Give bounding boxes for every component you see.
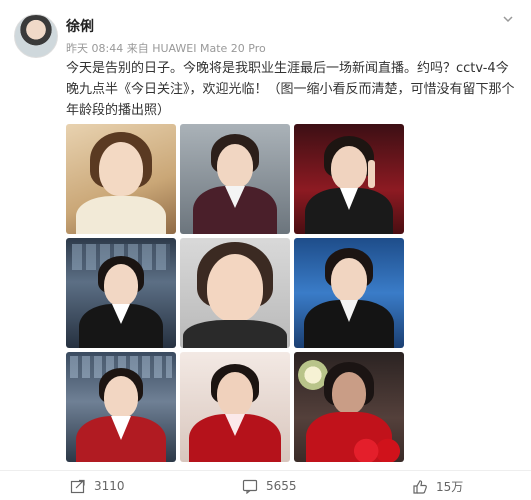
photo-grid — [66, 124, 404, 462]
username[interactable]: 徐俐 — [66, 16, 94, 36]
action-bar: 3110 5655 15万 — [0, 472, 531, 500]
avatar[interactable] — [14, 14, 58, 58]
photo-2[interactable] — [180, 124, 290, 234]
comment-button[interactable]: 5655 — [242, 478, 297, 494]
photo-9[interactable] — [294, 352, 404, 462]
like-button[interactable]: 15万 — [412, 478, 463, 495]
post-text: 今天是告别的日子。今晚将是我职业生涯最后一场新闻直播。约吗？cctv-4今晚九点… — [66, 61, 515, 118]
photo-3[interactable] — [294, 124, 404, 234]
chevron-down-icon[interactable] — [499, 10, 517, 28]
photo-1[interactable] — [66, 124, 176, 234]
comment-count: 5655 — [266, 479, 297, 493]
share-icon — [70, 478, 86, 494]
comment-icon — [242, 478, 258, 494]
photo-7[interactable] — [66, 352, 176, 462]
photo-6[interactable] — [294, 238, 404, 348]
action-divider — [0, 470, 531, 471]
like-count: 15万 — [436, 480, 464, 494]
repost-count: 3110 — [94, 479, 125, 493]
repost-button[interactable]: 3110 — [70, 478, 125, 494]
photo-4[interactable] — [66, 238, 176, 348]
photo-8[interactable] — [180, 352, 290, 462]
post-meta: 昨天 08:44 来自 HUAWEI Mate 20 Pro — [66, 42, 266, 55]
photo-5[interactable] — [180, 238, 290, 348]
thumbs-up-icon — [412, 479, 428, 495]
